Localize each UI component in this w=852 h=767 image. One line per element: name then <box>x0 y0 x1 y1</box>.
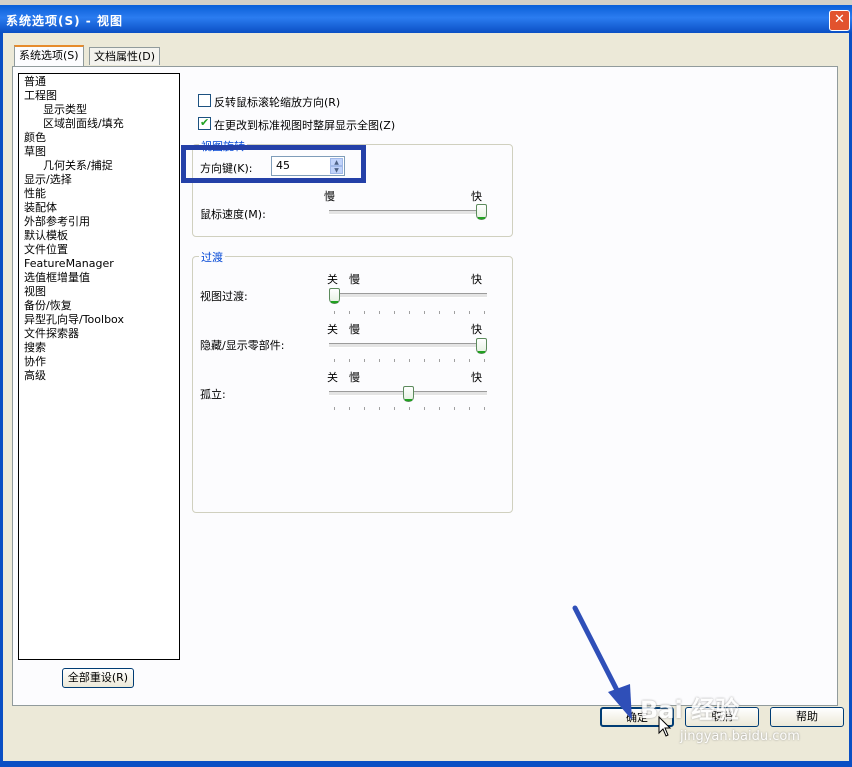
hide-show-slow-label: 慢 <box>349 323 360 336</box>
slider-tick <box>469 311 470 314</box>
tree-item[interactable]: 区域剖面线/填充 <box>43 117 124 130</box>
reverse-wheel-label: 反转鼠标滚轮缩放方向(R) <box>214 96 341 109</box>
view-transition-label: 视图过渡: <box>200 290 248 303</box>
hide-show-off-label: 关 <box>327 323 338 336</box>
slider-tick <box>424 407 425 410</box>
help-button[interactable]: 帮助 <box>770 707 844 727</box>
slider-tick <box>334 359 335 362</box>
tab-system-options[interactable]: 系统选项(S) <box>14 45 84 66</box>
slider-tick <box>364 407 365 410</box>
mouse-speed-slow-label: 慢 <box>324 190 335 203</box>
annotation-highlight-box <box>181 145 366 183</box>
tree-item[interactable]: 选值框增量值 <box>24 271 90 284</box>
hide-show-fast-label: 快 <box>471 323 482 336</box>
slider-tick <box>409 311 410 314</box>
slider-tick <box>364 359 365 362</box>
tree-item[interactable]: 颜色 <box>24 131 46 144</box>
slider-tick <box>349 359 350 362</box>
view-transition-off-label: 关 <box>327 273 338 286</box>
window-title: 系统选项(S) - 视图 <box>6 14 123 28</box>
tree-item[interactable]: 草图 <box>24 145 46 158</box>
slider-tick <box>334 407 335 410</box>
slider-tick <box>409 359 410 362</box>
slider-tick <box>484 311 485 314</box>
tree-item[interactable]: 文件探索器 <box>24 327 79 340</box>
tree-item[interactable]: FeatureManager <box>24 257 114 270</box>
reset-all-button[interactable]: 全部重设(R) <box>62 668 134 688</box>
mouse-speed-track[interactable] <box>329 210 487 215</box>
slider-tick <box>394 359 395 362</box>
isolate-fast-label: 快 <box>471 371 482 384</box>
isolate-slow-label: 慢 <box>349 371 360 384</box>
slider-tick <box>454 407 455 410</box>
mouse-speed-slider[interactable] <box>476 204 487 220</box>
slider-tick <box>484 407 485 410</box>
slider-tick <box>334 311 335 314</box>
tree-item[interactable]: 显示类型 <box>43 103 87 116</box>
slider-tick <box>379 407 380 410</box>
slider-tick <box>379 311 380 314</box>
tree-item[interactable]: 显示/选择 <box>24 173 72 186</box>
view-transition-track[interactable] <box>329 293 487 298</box>
hide-show-label: 隐藏/显示零部件: <box>200 339 285 352</box>
tree-item[interactable]: 备份/恢复 <box>24 299 72 312</box>
tree-item[interactable]: 工程图 <box>24 89 57 102</box>
tree-item[interactable]: 外部参考引用 <box>24 215 90 228</box>
tree-item[interactable]: 普通 <box>24 75 46 88</box>
zoom-fit-label: 在更改到标准视图时整屏显示全图(Z) <box>214 119 396 132</box>
view-transition-slider[interactable] <box>329 288 340 304</box>
hide-show-track[interactable] <box>329 343 487 348</box>
transitions-title: 过渡 <box>199 249 225 265</box>
slider-tick <box>469 359 470 362</box>
reverse-wheel-checkbox[interactable] <box>198 94 211 107</box>
tree-item[interactable]: 异型孔向导/Toolbox <box>24 313 124 326</box>
options-tree[interactable]: 普通 工程图 显示类型 区域剖面线/填充 颜色 草图 几何关系/捕捉 显示/选择 性能 装配体 外部… <box>18 73 180 660</box>
tree-item[interactable]: 视图 <box>24 285 46 298</box>
mouse-speed-label: 鼠标速度(M): <box>200 208 266 221</box>
slider-tick <box>409 407 410 410</box>
tree-item[interactable]: 文件位置 <box>24 243 68 256</box>
title-bar: 系统选项(S) - 视图 ✕ <box>0 5 852 33</box>
mouse-speed-fast-label: 快 <box>471 190 482 203</box>
slider-tick <box>394 311 395 314</box>
slider-tick <box>439 311 440 314</box>
slider-tick <box>439 407 440 410</box>
tree-item[interactable]: 装配体 <box>24 201 57 214</box>
isolate-slider[interactable] <box>402 386 414 402</box>
hide-show-slider[interactable] <box>476 338 487 354</box>
slider-tick <box>379 359 380 362</box>
slider-tick <box>439 359 440 362</box>
slider-tick <box>364 311 365 314</box>
tab-document-properties[interactable]: 文档属性(D) <box>89 47 161 65</box>
window-bottom-border <box>0 761 852 767</box>
slider-tick <box>394 407 395 410</box>
watermark-url: jingyan.baidu.com <box>680 729 800 744</box>
tree-item[interactable]: 性能 <box>24 187 46 200</box>
slider-tick <box>454 359 455 362</box>
tree-item[interactable]: 高级 <box>24 369 46 382</box>
view-transition-fast-label: 快 <box>471 273 482 286</box>
watermark-brand: Bai 经验 <box>640 696 740 724</box>
isolate-label: 孤立: <box>200 388 226 401</box>
zoom-fit-checkbox[interactable] <box>198 116 211 130</box>
slider-tick <box>454 311 455 314</box>
slider-tick <box>469 407 470 410</box>
tree-item[interactable]: 搜索 <box>24 341 46 354</box>
slider-tick <box>349 311 350 314</box>
view-transition-slow-label: 慢 <box>349 273 360 286</box>
isolate-off-label: 关 <box>327 371 338 384</box>
tree-item[interactable]: 默认模板 <box>24 229 68 242</box>
slider-tick <box>484 359 485 362</box>
tree-item[interactable]: 几何关系/捕捉 <box>43 159 113 172</box>
slider-tick <box>349 407 350 410</box>
tree-item[interactable]: 协作 <box>24 355 46 368</box>
slider-tick <box>424 311 425 314</box>
slider-tick <box>424 359 425 362</box>
close-button[interactable]: ✕ <box>829 10 850 31</box>
